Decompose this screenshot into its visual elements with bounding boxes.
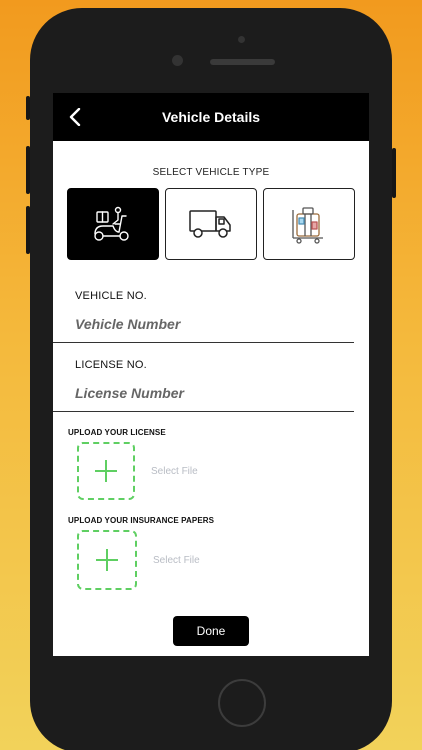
vehicle-type-luggage[interactable]: [263, 188, 355, 260]
power-button: [392, 148, 396, 198]
front-camera: [172, 55, 183, 66]
upload-license-button[interactable]: [77, 442, 135, 500]
license-number-input[interactable]: [75, 375, 354, 411]
license-number-label: LICENSE NO.: [75, 359, 147, 371]
volume-down-button: [26, 206, 30, 254]
upload-insurance-title: UPLOAD YOUR INSURANCE PAPERS: [68, 516, 215, 525]
navbar: Vehicle Details: [53, 93, 369, 141]
vehicle-type-label: SELECT VEHICLE TYPE: [152, 167, 270, 178]
page-title: Vehicle Details: [161, 109, 261, 125]
back-button[interactable]: [65, 107, 85, 127]
volume-up-button: [26, 146, 30, 194]
app-screen: Vehicle Details SELECT VEHICLE TYPE VEHI…: [53, 93, 369, 656]
chevron-left-icon: [69, 108, 81, 126]
mute-switch: [26, 96, 30, 120]
vehicle-number-underline: [53, 342, 354, 343]
luggage-cart-icon: [292, 207, 323, 244]
plus-icon: [95, 460, 117, 482]
vehicle-number-label: VEHICLE NO.: [75, 290, 147, 302]
license-number-underline: [53, 411, 354, 412]
proximity-sensor: [238, 36, 245, 43]
upload-insurance-select-file[interactable]: Select File: [153, 555, 200, 566]
upload-insurance-section: UPLOAD YOUR INSURANCE PAPERS Select File: [53, 516, 369, 590]
vehicle-type-truck[interactable]: [165, 188, 257, 260]
scooter-icon: [94, 206, 129, 241]
upload-insurance-button[interactable]: [77, 530, 137, 590]
plus-icon: [96, 549, 118, 571]
home-button[interactable]: [218, 679, 266, 727]
vehicle-number-field: VEHICLE NO.: [53, 290, 369, 343]
upload-license-title: UPLOAD YOUR LICENSE: [68, 428, 166, 437]
upload-license-select-file[interactable]: Select File: [151, 466, 198, 477]
vehicle-type-selector: [53, 188, 369, 260]
upload-license-section: UPLOAD YOUR LICENSE Select File: [53, 428, 369, 500]
done-button[interactable]: Done: [173, 616, 249, 646]
vehicle-number-input[interactable]: [75, 306, 354, 342]
vehicle-type-scooter[interactable]: [67, 188, 159, 260]
earpiece-speaker: [210, 59, 275, 65]
truck-icon: [189, 210, 231, 238]
license-number-field: LICENSE NO.: [53, 359, 369, 412]
